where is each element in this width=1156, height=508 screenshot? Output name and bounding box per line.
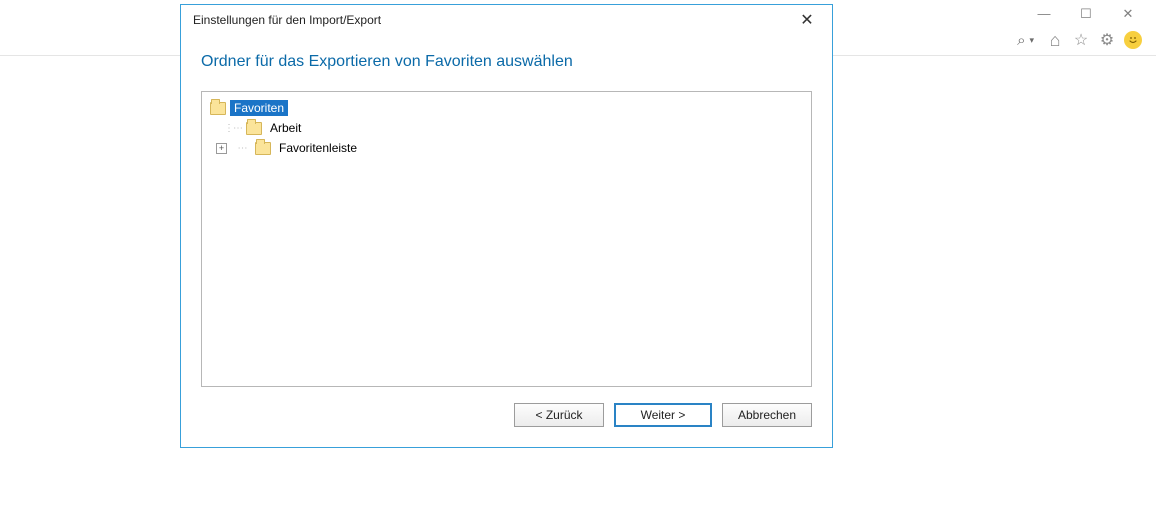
dialog-close-button[interactable]: ✕ xyxy=(792,10,822,30)
favorites-button[interactable]: ☆ xyxy=(1070,29,1092,51)
search-icon: ⌕ xyxy=(1017,32,1025,49)
tree-node-label: Favoritenleiste xyxy=(275,140,361,156)
tree-connector-icon: ⋮⋯ xyxy=(224,123,242,134)
gear-icon: ⚙ xyxy=(1100,30,1114,50)
import-export-dialog: Einstellungen für den Import/Export ✕ Or… xyxy=(180,4,833,448)
dialog-body: Ordner für das Exportieren von Favoriten… xyxy=(181,35,832,447)
feedback-button[interactable] xyxy=(1122,29,1144,51)
tree-node-favoriten[interactable]: Favoriten xyxy=(206,98,807,118)
tree-node-label: Favoriten xyxy=(230,100,288,116)
smiley-icon xyxy=(1124,31,1142,49)
window-close-button[interactable]: ✕ xyxy=(1118,6,1138,22)
expand-icon[interactable]: + xyxy=(216,143,227,154)
toolbar: ⌕ ▾ ⌂ ☆ ⚙ xyxy=(1011,28,1144,52)
next-button[interactable]: Weiter > xyxy=(614,403,712,427)
settings-button[interactable]: ⚙ xyxy=(1096,29,1118,51)
cancel-button[interactable]: Abbrechen xyxy=(722,403,812,427)
search-box[interactable]: ⌕ ▾ xyxy=(1011,28,1040,52)
dialog-title: Einstellungen für den Import/Export xyxy=(193,13,381,27)
dialog-button-row: < Zurück Weiter > Abbrechen xyxy=(201,387,812,431)
window-controls: — ☐ ✕ xyxy=(1034,0,1156,22)
back-button[interactable]: < Zurück xyxy=(514,403,604,427)
home-button[interactable]: ⌂ xyxy=(1044,29,1066,51)
folder-icon xyxy=(255,142,271,155)
tree-node-label: Arbeit xyxy=(266,120,305,136)
dialog-titlebar: Einstellungen für den Import/Export ✕ xyxy=(181,5,832,35)
folder-icon xyxy=(246,122,262,135)
home-icon: ⌂ xyxy=(1050,30,1061,51)
minimize-button[interactable]: — xyxy=(1034,6,1054,22)
tree-connector-icon: ⋯ xyxy=(233,143,251,154)
folder-tree[interactable]: Favoriten ⋮⋯ Arbeit + ⋯ Favoritenleiste xyxy=(201,91,812,387)
tree-node-arbeit[interactable]: ⋮⋯ Arbeit xyxy=(206,118,807,138)
tree-node-favoritenleiste[interactable]: + ⋯ Favoritenleiste xyxy=(206,138,807,158)
dialog-heading: Ordner für das Exportieren von Favoriten… xyxy=(201,35,812,91)
maximize-button[interactable]: ☐ xyxy=(1076,6,1096,22)
folder-icon xyxy=(210,102,226,115)
search-dropdown-caret-icon[interactable]: ▾ xyxy=(1029,35,1034,46)
star-icon: ☆ xyxy=(1074,30,1088,50)
